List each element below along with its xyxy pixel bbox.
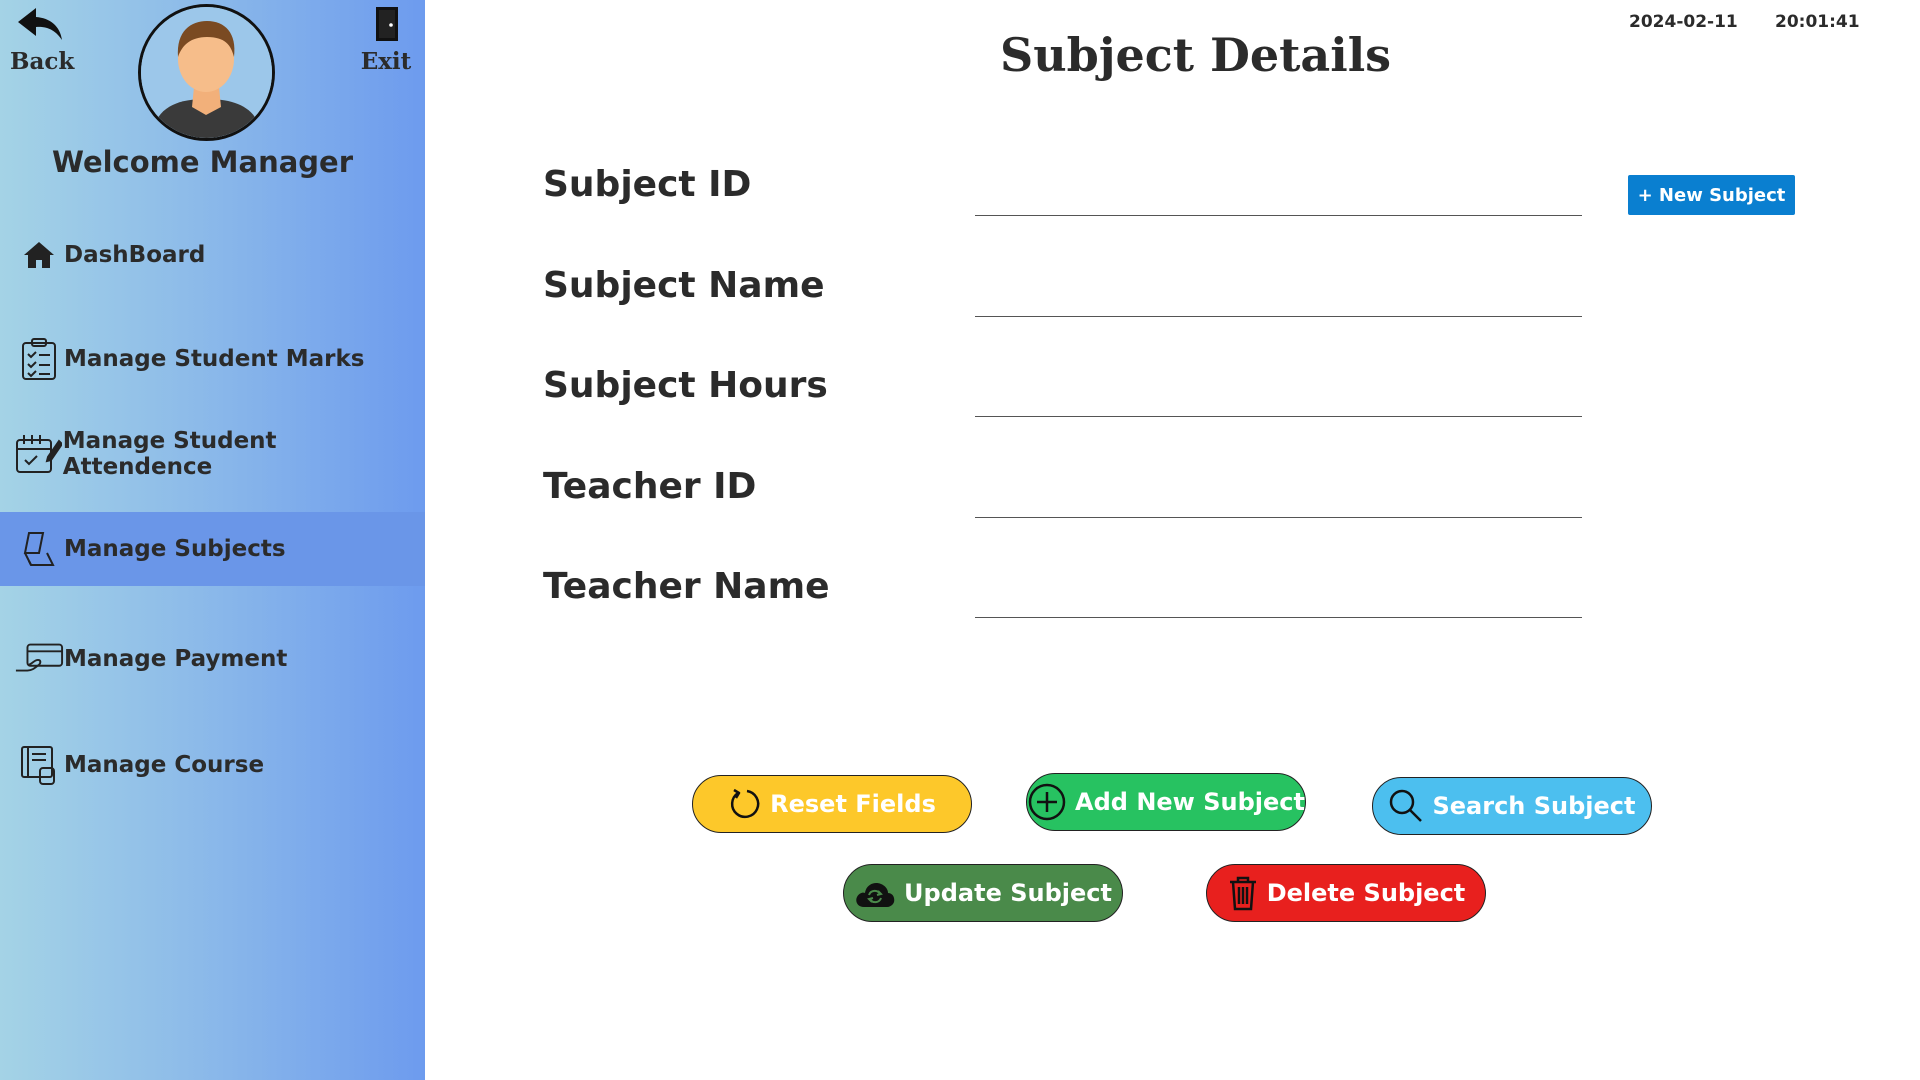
teacher-id-field[interactable] (975, 475, 1582, 518)
welcome-text: Welcome Manager (51, 145, 354, 179)
sidebar-item-label: Manage Payment (64, 646, 288, 672)
refresh-icon (731, 788, 760, 819)
sidebar-item-label: DashBoard (64, 242, 206, 268)
exit-door-icon (376, 7, 398, 41)
exit-label: Exit (360, 48, 412, 75)
sidebar-item-manage-course[interactable]: Manage Course (0, 728, 425, 802)
teacher-name-label: Teacher Name (543, 566, 830, 607)
cloud-sync-icon (856, 883, 895, 907)
sidebar-item-manage-payment[interactable]: Manage Payment (0, 622, 425, 696)
new-subject-button[interactable]: + New Subject (1628, 175, 1795, 215)
subject-id-field[interactable] (975, 173, 1582, 216)
teacher-name-field[interactable] (975, 575, 1582, 618)
update-subject-button[interactable]: Update Subject (843, 864, 1123, 922)
delete-subject-button[interactable]: Delete Subject (1206, 864, 1486, 922)
sidebar: Back Exit Welcome Manager DashBoard Mana… (0, 0, 425, 1080)
home-icon (14, 240, 64, 270)
book-icon (14, 529, 64, 569)
reset-fields-label: Reset Fields (770, 790, 936, 818)
subject-hours-label: Subject Hours (543, 365, 828, 406)
user-avatar-icon (141, 7, 272, 138)
back-label: Back (10, 48, 75, 75)
trash-icon (1229, 876, 1256, 911)
time-display: 20:01:41 (1775, 12, 1860, 32)
course-book-icon (14, 744, 64, 786)
sidebar-item-label: Manage Student Marks (64, 346, 365, 372)
teacher-id-label: Teacher ID (543, 466, 757, 507)
search-subject-button[interactable]: Search Subject (1372, 777, 1652, 835)
update-subject-label: Update Subject (904, 879, 1112, 907)
subject-id-label: Subject ID (543, 164, 752, 205)
plus-circle-icon (1028, 783, 1066, 821)
sidebar-item-manage-subjects[interactable]: Manage Subjects (0, 512, 425, 586)
subject-name-field[interactable] (975, 274, 1582, 317)
hand-card-icon (14, 641, 64, 677)
sidebar-item-label: Manage Student Attendence (62, 428, 277, 480)
back-arrow-icon (18, 8, 62, 40)
sidebar-item-manage-student-attendence[interactable]: Manage Student Attendence (0, 417, 425, 491)
sidebar-item-dashboard[interactable]: DashBoard (0, 218, 425, 292)
back-button[interactable]: Back (10, 4, 75, 75)
exit-button[interactable]: Exit (356, 4, 416, 75)
add-new-subject-button[interactable]: Add New Subject (1026, 773, 1306, 831)
reset-fields-button[interactable]: Reset Fields (692, 775, 972, 833)
add-new-subject-label: Add New Subject (1075, 788, 1305, 816)
sidebar-item-manage-student-marks[interactable]: Manage Student Marks (0, 322, 425, 396)
search-icon (1390, 789, 1423, 822)
sidebar-item-label: Manage Course (64, 752, 265, 778)
avatar (138, 4, 275, 141)
sidebar-item-label: Manage Subjects (64, 536, 286, 562)
subject-name-label: Subject Name (543, 265, 825, 306)
calendar-edit-icon (14, 433, 63, 475)
search-subject-label: Search Subject (1432, 792, 1636, 820)
clipboard-checklist-icon (14, 337, 64, 381)
date-display: 2024-02-11 (1629, 12, 1738, 32)
delete-subject-label: Delete Subject (1266, 879, 1466, 907)
page-title: Subject Details (1000, 28, 1392, 82)
subject-hours-field[interactable] (975, 374, 1582, 417)
